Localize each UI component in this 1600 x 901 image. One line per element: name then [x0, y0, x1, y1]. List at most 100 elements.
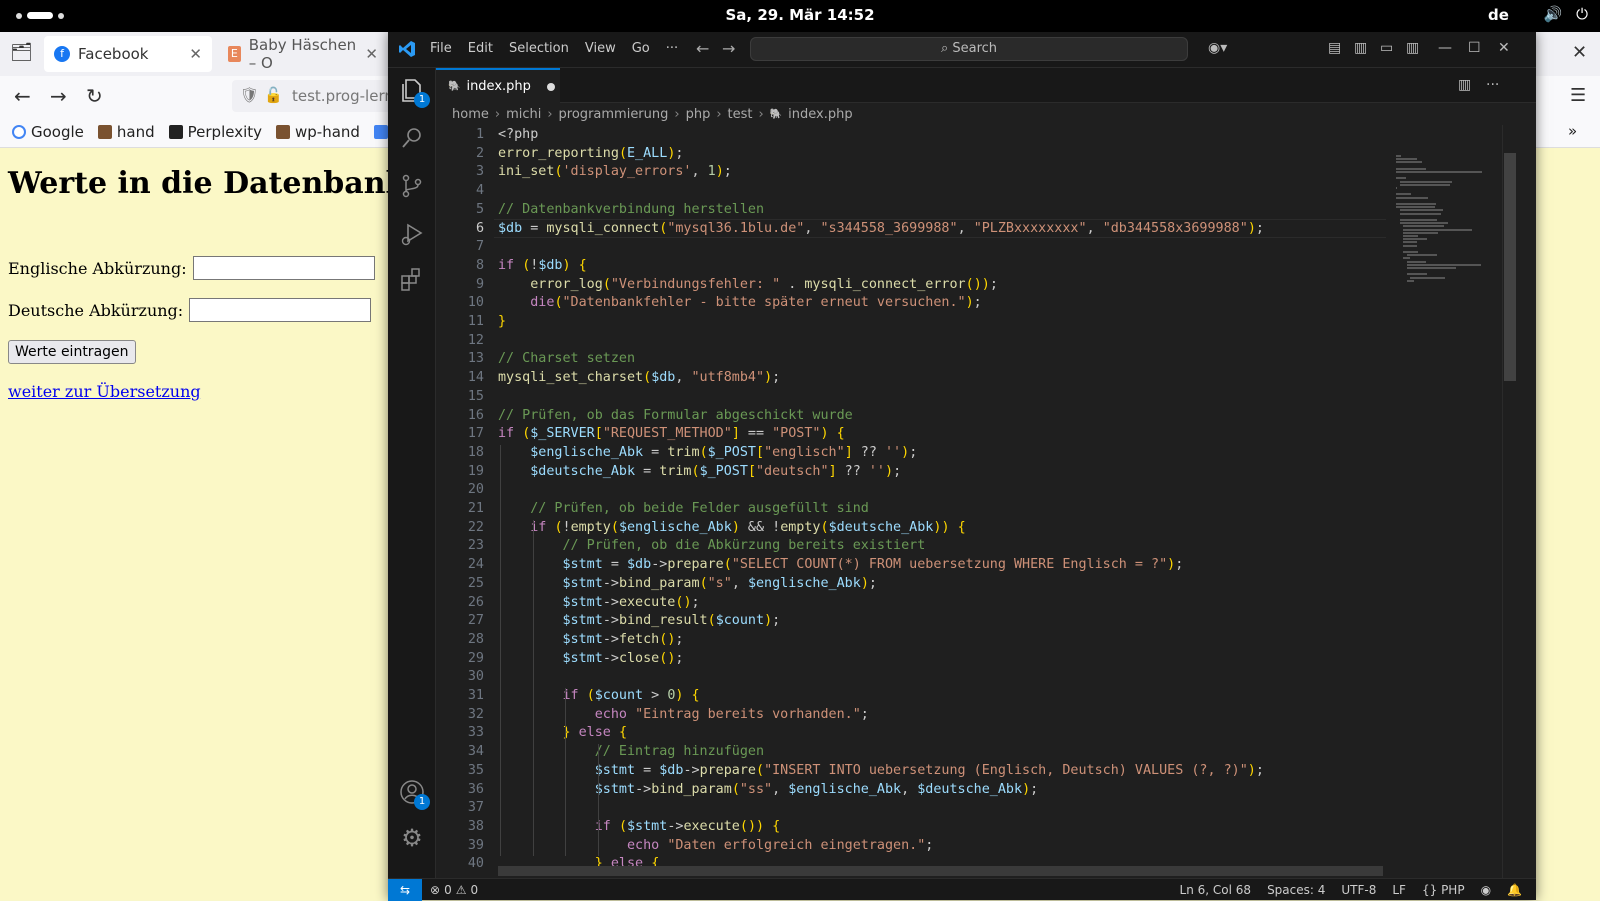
reload-icon[interactable]: ↻ — [86, 84, 103, 108]
code-line: $englische_Abk = trim($_POST["englisch"]… — [530, 444, 918, 460]
command-center-search[interactable]: ⌕ Search — [750, 37, 1188, 61]
minimap-line — [1403, 235, 1419, 237]
line-number: 28 — [467, 631, 484, 647]
minimap[interactable] — [1388, 125, 1502, 878]
scrollbar-thumb[interactable] — [1504, 153, 1516, 381]
close-icon[interactable]: ✕ — [189, 45, 202, 63]
google-icon — [12, 124, 26, 139]
split-editor-icon[interactable]: ▥ — [1458, 77, 1471, 93]
extensions-icon[interactable] — [398, 266, 426, 294]
breadcrumb-item[interactable]: php — [686, 107, 711, 122]
breadcrumb-item[interactable]: test — [728, 107, 753, 122]
forward-icon[interactable]: → — [50, 84, 67, 108]
translation-link[interactable]: weiter zur Übersetzung — [8, 382, 201, 401]
code-line: if ($_SERVER["REQUEST_METHOD"] == "POST"… — [498, 426, 845, 442]
code-line: $stmt->bind_result($count); — [562, 613, 781, 629]
source-control-icon[interactable] — [398, 172, 426, 200]
bookmark-google[interactable]: Google — [12, 122, 84, 141]
end-of-line[interactable]: LF — [1392, 883, 1406, 897]
toggle-panel-icon[interactable]: ▭ — [1380, 40, 1393, 56]
cursor-position[interactable]: Ln 6, Col 68 — [1180, 883, 1252, 897]
tab-index-php[interactable]: 🐘 index.php — [436, 68, 560, 103]
menu-go[interactable]: Go — [632, 41, 650, 56]
more-bookmarks-icon[interactable]: » — [1568, 122, 1577, 140]
customize-layout-icon[interactable]: ▤ — [1328, 40, 1341, 56]
toggle-secondary-sidebar-icon[interactable]: ▥ — [1406, 40, 1419, 56]
breadcrumb-item[interactable]: michi — [506, 107, 541, 122]
german-abbreviation-input[interactable] — [189, 298, 372, 322]
code-editor[interactable]: 1 <?php 2 error_reporting(E_ALL); 3 ini_set('… — [436, 125, 1536, 878]
english-abbreviation-input[interactable] — [192, 256, 375, 280]
indentation[interactable]: Spaces: 4 — [1267, 883, 1325, 897]
bookmark-wp-hand[interactable]: wp-hand — [276, 122, 360, 141]
copilot-icon[interactable]: ◉▾ — [1208, 40, 1227, 56]
system-clock[interactable]: Sa, 29. Mär 14:52 — [0, 6, 1600, 24]
breadcrumb-item[interactable]: index.php — [788, 107, 852, 122]
code-line: <?php — [498, 127, 539, 142]
menu-file[interactable]: File — [430, 41, 452, 56]
accounts-icon[interactable]: 1 — [398, 778, 430, 810]
bookmark-hand[interactable]: hand — [97, 122, 155, 141]
minimap-line — [1403, 231, 1439, 234]
more-actions-icon[interactable]: ··· — [1486, 77, 1499, 93]
menu-edit[interactable]: Edit — [468, 41, 493, 56]
line-number: 10 — [467, 295, 484, 311]
line-number: 15 — [467, 388, 484, 404]
tab-overview-icon[interactable]: 🗂 — [10, 42, 33, 63]
keyboard-language[interactable]: de — [1488, 6, 1509, 24]
minimap-line — [1399, 222, 1449, 225]
horizontal-scrollbar[interactable] — [498, 866, 1383, 876]
file-encoding[interactable]: UTF-8 — [1341, 883, 1376, 897]
browser-tab-facebook[interactable]: f Facebook ✕ — [44, 36, 212, 72]
minimap-line — [1399, 219, 1438, 221]
line-number: 5 — [475, 201, 484, 217]
line-number: 33 — [467, 725, 484, 741]
line-number: 39 — [467, 837, 484, 853]
nav-back-icon[interactable]: ← — [696, 39, 709, 58]
toggle-sidebar-icon[interactable]: ▥ — [1354, 40, 1367, 56]
copilot-status-icon[interactable]: ◉ — [1481, 883, 1491, 897]
close-window-icon[interactable]: ✕ — [1572, 42, 1587, 63]
breadcrumb-item[interactable]: programmierung — [559, 107, 669, 122]
hamburger-menu-icon[interactable]: ☰ — [1570, 85, 1586, 106]
gear-icon[interactable]: ⚙ — [398, 824, 426, 852]
line-number: 6 — [475, 220, 484, 236]
explorer-icon[interactable]: 1 — [398, 76, 430, 108]
breadcrumb-item[interactable]: home — [452, 107, 489, 122]
minimap-line — [1406, 263, 1482, 266]
menu-more[interactable]: ··· — [666, 41, 678, 56]
close-icon[interactable]: ✕ — [365, 45, 378, 63]
code-line: if (!$db) { — [498, 257, 587, 273]
close-icon[interactable]: ✕ — [1498, 40, 1510, 56]
unsaved-dot-icon[interactable] — [546, 82, 555, 91]
browser-tab-baby[interactable]: E Baby Häschen – O ✕ — [218, 36, 388, 72]
indent-guide — [532, 519, 534, 857]
vertical-scrollbar[interactable] — [1502, 125, 1516, 878]
notifications-bell-icon[interactable]: 🔔 — [1507, 883, 1522, 897]
language-mode[interactable]: {} PHP — [1422, 883, 1465, 897]
code-line: if ($stmt->execute()) { — [594, 818, 781, 834]
maximize-icon[interactable]: ☐ — [1468, 40, 1481, 56]
minimize-icon[interactable]: — — [1438, 40, 1452, 56]
code-line: $deutsche_Abk = trim($_POST["deutsch"] ?… — [530, 463, 902, 479]
minimap-line — [1406, 254, 1438, 257]
search-view-icon[interactable] — [398, 124, 426, 152]
submit-values-button[interactable]: Werte eintragen — [8, 340, 136, 364]
tab-label: Baby Häschen – O — [248, 36, 357, 72]
code-line: echo "Daten erfolgreich eingetragen."; — [627, 837, 934, 853]
system-menu[interactable]: 🔊 ⏻ — [1543, 5, 1588, 23]
menu-view[interactable]: View — [585, 41, 616, 56]
run-debug-icon[interactable] — [398, 220, 426, 248]
back-icon[interactable]: ← — [14, 84, 31, 108]
menu-selection[interactable]: Selection — [509, 41, 569, 56]
url-text: test.prog-lern — [292, 87, 394, 105]
remote-indicator-icon[interactable]: ⇆ — [388, 879, 422, 901]
code-line: die("Datenbankfehler - bitte später erne… — [530, 295, 982, 311]
bookmark-perplexity[interactable]: Perplexity — [168, 122, 262, 141]
volume-icon: 🔊 — [1543, 5, 1563, 23]
url-bar[interactable]: 🛡 🔓 test.prog-lern — [232, 80, 412, 112]
minimap-line — [1399, 209, 1443, 212]
problems-indicator[interactable]: ⊗ 0 ⚠ 0 — [430, 883, 478, 897]
nav-forward-icon[interactable]: → — [722, 39, 735, 58]
minimap-line — [1396, 158, 1417, 161]
